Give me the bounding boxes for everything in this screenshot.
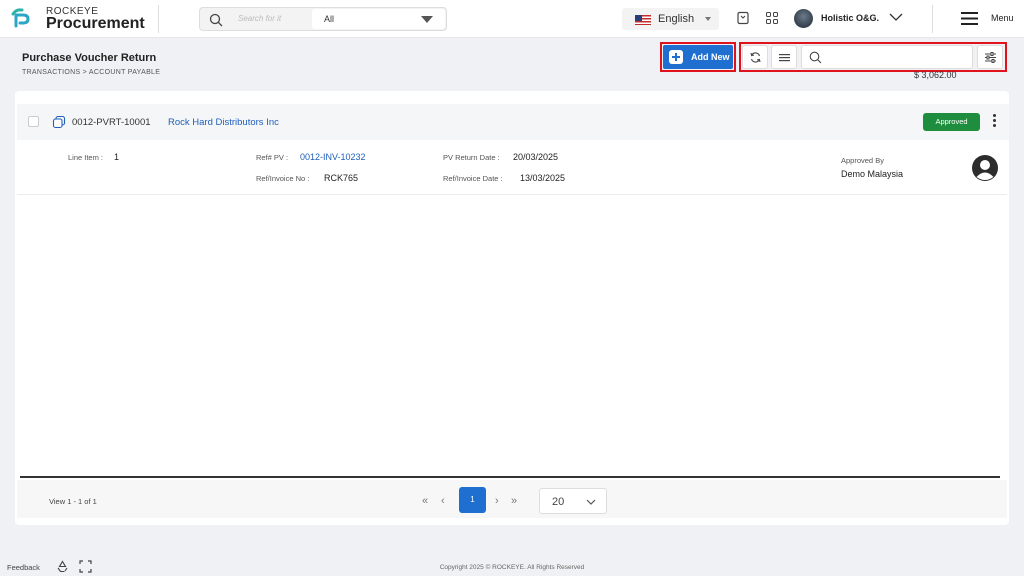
divider	[158, 5, 159, 33]
language-select[interactable]: English	[622, 8, 719, 30]
search-scope-select[interactable]: All	[312, 9, 445, 29]
ref-invoice-value: RCK765	[324, 173, 359, 183]
list-search-input[interactable]	[801, 45, 973, 69]
list-icon	[779, 54, 790, 62]
sliders-icon	[985, 52, 996, 63]
return-date-value: 20/03/2025	[513, 152, 559, 162]
list-view-button[interactable]	[771, 45, 797, 69]
breadcrumb[interactable]: TRANSACTIONS > ACCOUNT PAYABLE	[22, 69, 160, 76]
invoice-date-label: Ref/Invoice Date :	[443, 174, 503, 183]
scrollbar[interactable]	[20, 476, 1000, 478]
ref-invoice-label: Ref/Invoice No :	[256, 174, 310, 183]
line-item-value: 1	[114, 152, 120, 162]
total-amount: $ 3,062.00	[914, 70, 957, 80]
record-header-row[interactable]	[17, 104, 1009, 140]
page-size-value: 20	[552, 496, 565, 508]
search-scope-value: All	[324, 14, 335, 24]
user-name[interactable]: Holistic O&G.	[821, 13, 879, 23]
ref-pv-label: Ref# PV :	[256, 153, 289, 162]
chevron-down-icon	[705, 17, 711, 21]
bookmark-icon[interactable]	[736, 11, 750, 25]
refresh-button[interactable]	[742, 45, 768, 69]
filter-button[interactable]	[977, 45, 1003, 69]
approved-by-value: Demo Malaysia	[841, 169, 904, 179]
next-page-icon[interactable]: ›	[495, 495, 499, 507]
page-size-select[interactable]: 20	[539, 488, 607, 514]
row-checkbox[interactable]	[28, 116, 39, 127]
divider	[17, 194, 1007, 195]
ref-pv-link[interactable]: 0012-INV-10232	[300, 152, 366, 162]
line-item-label: Line Item :	[68, 153, 104, 162]
chevron-down-icon[interactable]	[889, 12, 903, 22]
search-icon	[209, 13, 223, 27]
more-actions-icon[interactable]	[993, 114, 997, 130]
copyright: Copyright 2025 © ROCKEYE. All Rights Res…	[439, 564, 585, 571]
top-bar: ROCKEYE Procurement Search for it All En…	[0, 0, 1024, 38]
menu-label[interactable]: Menu	[991, 13, 1014, 23]
page-button-current[interactable]: 1	[459, 487, 486, 513]
chevron-down-icon	[586, 499, 596, 505]
status-badge: Approved	[923, 113, 980, 131]
language-label: English	[658, 13, 695, 25]
search-input[interactable]: Search for it	[238, 14, 281, 23]
add-new-label: Add New	[691, 52, 730, 62]
copy-icon[interactable]	[52, 115, 66, 129]
apps-grid-icon[interactable]	[765, 11, 779, 25]
approver-avatar-icon	[972, 155, 998, 181]
chevron-down-icon	[421, 16, 433, 23]
add-new-button[interactable]: Add New	[663, 45, 733, 69]
refresh-icon	[750, 52, 761, 63]
user-avatar[interactable]	[794, 9, 813, 28]
us-flag-icon	[635, 15, 651, 25]
invoice-date-value: 13/03/2025	[520, 173, 566, 183]
approved-by-label: Approved By	[841, 156, 884, 165]
divider	[932, 5, 933, 33]
rockeye-logo-icon[interactable]	[10, 6, 34, 30]
first-page-icon[interactable]: «	[422, 495, 428, 507]
plus-icon	[669, 50, 683, 64]
return-date-label: PV Return Date :	[443, 153, 500, 162]
prev-page-icon[interactable]: ‹	[441, 495, 445, 507]
last-page-icon[interactable]: »	[511, 495, 517, 507]
hamburger-menu-icon[interactable]	[961, 12, 978, 25]
app-title: Procurement	[46, 15, 145, 32]
search-icon	[809, 51, 822, 64]
view-count: View 1 - 1 of 1	[49, 497, 97, 506]
page-title: Purchase Voucher Return	[22, 52, 157, 64]
supplier-link[interactable]: Rock Hard Distributors Inc	[168, 117, 279, 128]
global-search[interactable]: Search for it All	[199, 7, 447, 31]
voucher-id[interactable]: 0012-PVRT-10001	[72, 117, 151, 128]
